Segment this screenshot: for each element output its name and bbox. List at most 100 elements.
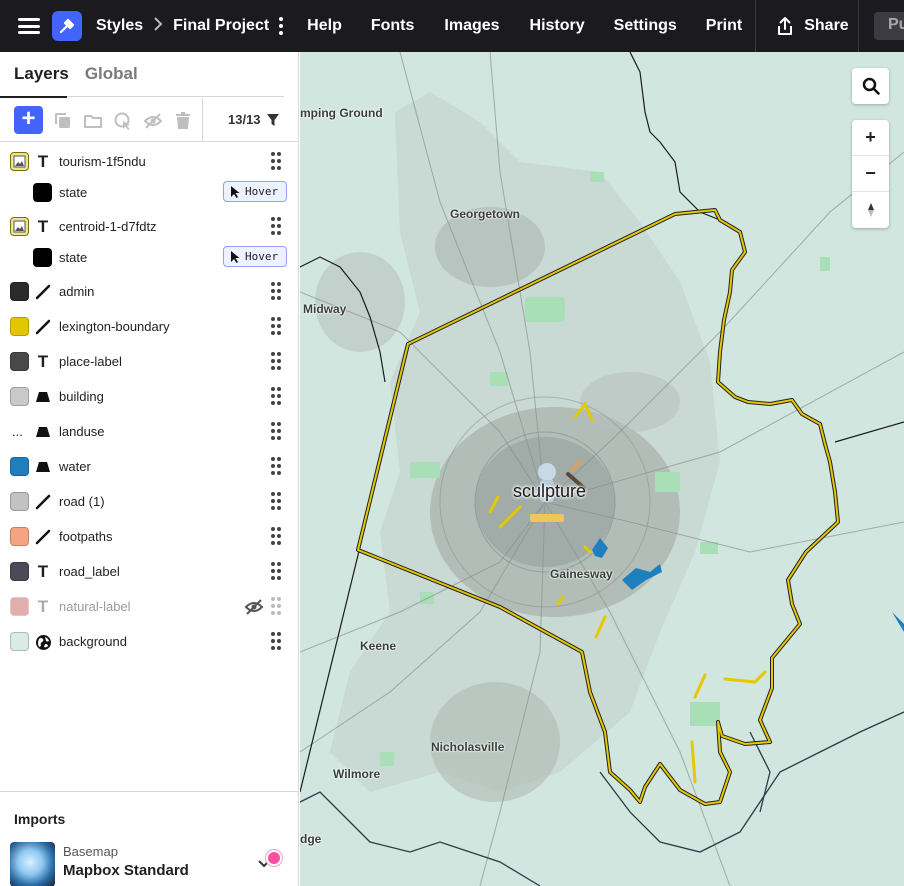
select-data-icon[interactable]	[113, 111, 133, 131]
drag-handle-icon[interactable]	[271, 527, 281, 547]
more-options-icon[interactable]	[278, 17, 284, 35]
drag-handle-icon[interactable]	[271, 492, 281, 512]
compass-icon[interactable]	[852, 192, 889, 228]
folder-icon[interactable]	[83, 111, 103, 131]
layer-row-centroid[interactable]: T centroid-1-d7fdtz	[0, 210, 299, 245]
layer-swatch[interactable]	[10, 457, 29, 476]
drag-handle-icon[interactable]	[271, 217, 281, 237]
hover-label: Hover	[245, 250, 279, 263]
layer-name: building	[59, 389, 104, 404]
drag-handle-icon[interactable]	[271, 422, 281, 442]
drag-handle-icon[interactable]	[271, 562, 281, 582]
duplicate-icon[interactable]	[53, 111, 73, 131]
drag-handle-icon[interactable]	[271, 457, 281, 477]
layer-name: place-label	[59, 354, 122, 369]
drag-handle-icon[interactable]	[271, 387, 281, 407]
layer-row-footpaths[interactable]: footpaths	[0, 520, 299, 555]
trash-icon[interactable]	[173, 111, 193, 131]
menu-icon[interactable]	[18, 15, 40, 37]
layer-row-natural-label[interactable]: T natural-label	[0, 590, 299, 625]
nav-history[interactable]: History	[530, 17, 585, 35]
layer-swatch[interactable]	[10, 562, 29, 581]
search-icon	[852, 68, 889, 104]
visibility-off-icon[interactable]	[244, 598, 264, 616]
layer-swatch[interactable]	[10, 152, 29, 171]
drag-handle-icon[interactable]	[271, 282, 281, 302]
share-icon	[778, 17, 793, 35]
layer-row-building[interactable]: building	[0, 380, 299, 415]
layer-swatch[interactable]	[10, 352, 29, 371]
text-symbol-icon: T	[37, 562, 49, 581]
publish-button[interactable]: Pu	[874, 12, 904, 40]
nav-help[interactable]: Help	[307, 17, 342, 35]
layer-name: road (1)	[59, 494, 105, 509]
layer-condition-row[interactable]: state Hover	[0, 241, 299, 276]
layer-row-background[interactable]: background	[0, 625, 299, 660]
layer-name: road_label	[59, 564, 120, 579]
breadcrumb-project-title[interactable]: Final Project	[173, 17, 269, 35]
filter-icon[interactable]	[266, 113, 280, 127]
breadcrumb-styles[interactable]: Styles	[96, 17, 143, 35]
layer-row-road[interactable]: road (1)	[0, 485, 299, 520]
zoom-out-button[interactable]: −	[852, 156, 889, 192]
layer-name: footpaths	[59, 529, 113, 544]
layer-name: natural-label	[59, 599, 131, 614]
layer-row-water[interactable]: water	[0, 450, 299, 485]
layer-swatch[interactable]	[10, 217, 29, 236]
layer-row-tourism[interactable]: T tourism-1f5ndu	[0, 145, 299, 180]
layer-swatch[interactable]	[10, 492, 29, 511]
tab-global[interactable]: Global	[85, 64, 138, 84]
add-layer-button[interactable]: +	[14, 106, 43, 134]
layer-swatch[interactable]	[10, 632, 29, 651]
tab-layers[interactable]: Layers	[14, 64, 69, 84]
layer-swatch[interactable]	[10, 282, 29, 301]
drag-handle-icon[interactable]	[271, 632, 281, 652]
layer-name: background	[59, 634, 127, 649]
drag-handle-icon[interactable]	[271, 152, 281, 172]
nav-images[interactable]: Images	[444, 17, 499, 35]
place-label: Keene	[360, 639, 397, 653]
share-button[interactable]: Share	[776, 16, 849, 36]
layer-row-admin[interactable]: admin	[0, 275, 299, 310]
layers-panel: Layers Global + 13/13 T tourism-1f5ndu s…	[0, 52, 299, 886]
globe-icon	[34, 633, 52, 651]
place-label: mping Ground	[300, 106, 383, 120]
condition-swatch[interactable]	[33, 183, 52, 202]
layer-row-landuse[interactable]: ... landuse	[0, 415, 299, 450]
drag-handle-icon[interactable]	[271, 352, 281, 372]
layer-swatch[interactable]	[10, 597, 29, 616]
layer-row-lexington-boundary[interactable]: lexington-boundary	[0, 310, 299, 345]
drag-handle-icon[interactable]	[271, 317, 281, 337]
poi-label[interactable]: sculpture	[513, 481, 586, 502]
map-search-button[interactable]	[852, 68, 889, 104]
layer-swatch[interactable]	[10, 527, 29, 546]
condition-swatch[interactable]	[33, 248, 52, 267]
zoom-in-button[interactable]: +	[852, 120, 889, 156]
nav-settings[interactable]: Settings	[614, 17, 677, 35]
layer-row-road-label[interactable]: T road_label	[0, 555, 299, 590]
basemap-name[interactable]: Mapbox Standard	[63, 862, 189, 879]
layer-name: admin	[59, 284, 95, 299]
hover-state-chip[interactable]: Hover	[223, 246, 287, 267]
tab-divider	[67, 96, 284, 97]
divider	[755, 0, 756, 52]
layer-swatch[interactable]	[10, 387, 29, 406]
map-canvas[interactable]: mping Ground Georgetown Midway Gainesway…	[300, 52, 904, 886]
nav-print[interactable]: Print	[706, 17, 742, 35]
layers-toolbar: + 13/13	[0, 98, 299, 142]
hover-state-chip[interactable]: Hover	[223, 181, 287, 202]
hide-layer-icon[interactable]	[143, 111, 163, 131]
layer-condition-row[interactable]: state Hover	[0, 176, 299, 211]
panel-tabs: Layers Global	[14, 64, 138, 84]
line-layer-icon	[34, 283, 52, 301]
place-label: Wilmore	[333, 767, 381, 781]
layer-swatch[interactable]	[10, 317, 29, 336]
layer-swatch-ellipsis[interactable]: ...	[12, 424, 23, 439]
layer-row-place-label[interactable]: T place-label	[0, 345, 299, 380]
basemap-thumbnail[interactable]	[10, 842, 55, 886]
drag-handle-icon[interactable]	[271, 597, 281, 617]
mapbox-studio-logo-icon[interactable]	[52, 11, 82, 41]
nav-fonts[interactable]: Fonts	[371, 17, 415, 35]
map-graphics	[300, 52, 904, 886]
imports-title: Imports	[14, 811, 66, 827]
